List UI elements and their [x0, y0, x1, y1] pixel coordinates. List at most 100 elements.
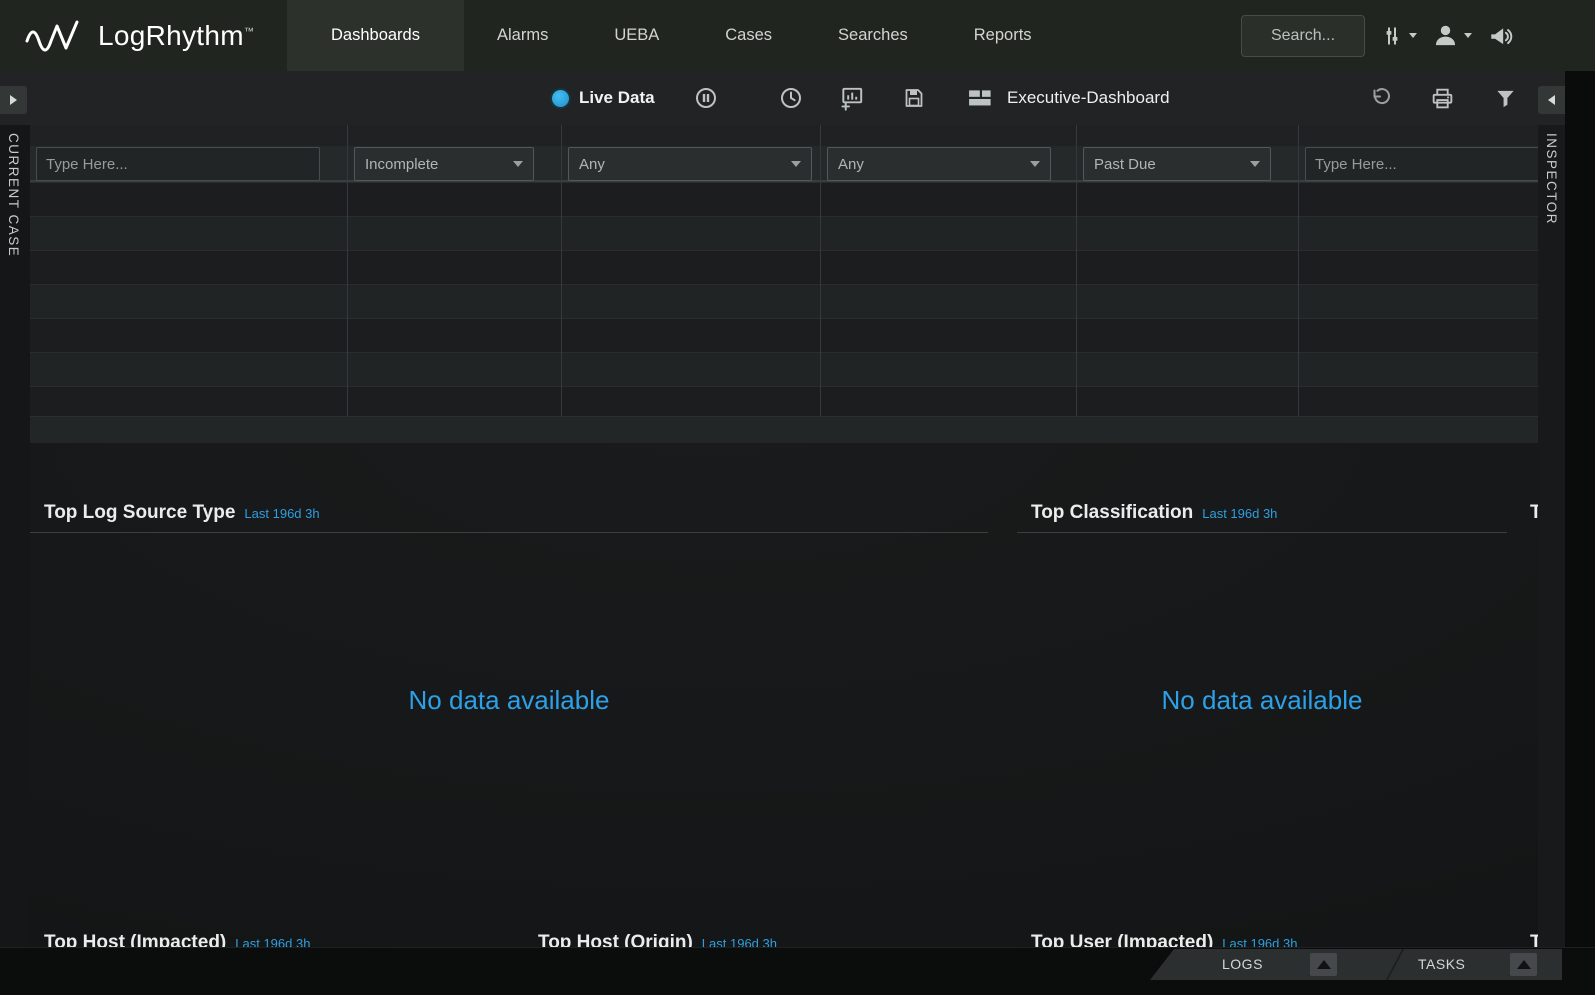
bottom-tabs: LOGS TASKS [1150, 949, 1562, 980]
case-tag-filter-input[interactable] [1305, 147, 1538, 181]
chevron-down-icon [513, 161, 523, 167]
table-row [30, 284, 1538, 318]
user-menu-button[interactable] [1432, 22, 1472, 49]
column-divider [820, 125, 821, 416]
tab-reports[interactable]: Reports [941, 0, 1065, 71]
inspector-label: INSPECTOR [1544, 133, 1559, 225]
status-filter-select[interactable]: Incomplete [354, 147, 534, 181]
pause-icon [694, 86, 718, 110]
owner-filter-select[interactable]: Any [568, 147, 812, 181]
table-row [30, 386, 1538, 420]
current-case-label: CURRENT CASE [6, 133, 21, 257]
notifications-button[interactable] [1487, 23, 1515, 49]
priority-filter-value: Any [838, 156, 864, 173]
widget-title: Top Classification [1031, 502, 1193, 524]
case-table: Incomplete Any Any Past Due [30, 125, 1538, 443]
tab-searches[interactable]: Searches [805, 0, 941, 71]
chevron-right-icon [10, 95, 17, 105]
tab-ueba[interactable]: UEBA [581, 0, 692, 71]
table-row [30, 182, 1538, 216]
chevron-down-icon [1030, 161, 1040, 167]
megaphone-icon [1487, 23, 1515, 49]
owner-filter-value: Any [579, 156, 605, 173]
inspector-expand-button[interactable] [1538, 86, 1565, 114]
column-divider [1298, 125, 1299, 416]
widget-time-range: Last 196d 3h [1202, 506, 1277, 521]
printer-icon [1430, 86, 1455, 111]
column-divider [1076, 125, 1077, 416]
add-chart-icon [839, 85, 865, 111]
right-gutter [1565, 71, 1595, 995]
widget-header: Top Classification Last 196d 3h [1017, 502, 1507, 524]
status-filter-value: Incomplete [365, 156, 438, 173]
add-widget-button[interactable] [839, 85, 865, 111]
funnel-icon [1494, 87, 1517, 110]
tab-divider [1386, 949, 1404, 980]
chevron-down-icon [1250, 161, 1260, 167]
user-icon [1432, 22, 1459, 49]
dashboard-layout-icon [968, 88, 996, 110]
logrhythm-logo-icon [24, 16, 86, 56]
search-button[interactable]: Search... [1241, 15, 1365, 57]
chevron-down-icon [1464, 33, 1472, 38]
due-date-filter-value: Past Due [1094, 156, 1156, 173]
tasks-expand-button[interactable] [1510, 953, 1537, 976]
brand-name: LogRhythm™ [98, 20, 254, 52]
chevron-up-icon [1317, 960, 1331, 969]
tab-alarms[interactable]: Alarms [464, 0, 581, 71]
save-icon [902, 86, 926, 110]
column-divider [561, 125, 562, 416]
widget-title: Top Log Source Type [44, 502, 235, 524]
chevron-down-icon [1409, 33, 1417, 38]
table-row [30, 216, 1538, 250]
widget-divider [30, 532, 988, 533]
widget-top-classification: Top Classification Last 196d 3h No data … [1017, 490, 1507, 920]
dashboard-toolbar: Live Data [0, 71, 1565, 125]
priority-filter-select[interactable]: Any [827, 147, 1051, 181]
nav-utilities: Search... [1241, 0, 1515, 71]
widget-header: Top Log Source Type Last 196d 3h [30, 502, 988, 524]
clock-icon [779, 86, 803, 110]
widget-divider [1017, 532, 1507, 533]
pause-button[interactable] [694, 86, 718, 110]
column-divider [347, 125, 348, 416]
app-screen: Incomplete Any Any Past Due Top Log Sour… [0, 0, 1595, 995]
preferences-menu-button[interactable] [1380, 23, 1417, 49]
tab-dashboards[interactable]: Dashboards [287, 0, 464, 71]
bottom-bar: LOGS TASKS [0, 947, 1595, 995]
undo-icon [1368, 86, 1392, 110]
no-data-message: No data available [30, 685, 988, 716]
dashboard-selector-button[interactable] [968, 88, 996, 110]
time-range-button[interactable] [779, 86, 803, 110]
table-row [30, 318, 1538, 352]
current-case-rail: CURRENT CASE [0, 125, 30, 947]
due-date-filter-select[interactable]: Past Due [1083, 147, 1271, 181]
live-data-indicator[interactable] [552, 90, 569, 107]
table-scrollbar[interactable] [30, 416, 1538, 443]
tab-cases[interactable]: Cases [692, 0, 805, 71]
no-data-message: No data available [1017, 685, 1507, 716]
chevron-left-icon [1548, 95, 1555, 105]
table-row [30, 250, 1538, 284]
chevron-up-icon [1517, 960, 1531, 969]
primary-navigation: Dashboards Alarms UEBA Cases Searches Re… [287, 0, 1065, 71]
table-header-strip [30, 125, 1538, 146]
tasks-tab[interactable]: TASKS [1418, 949, 1465, 980]
filter-button[interactable] [1494, 87, 1517, 110]
top-nav: LogRhythm™ Dashboards Alarms UEBA Cases … [0, 0, 1595, 71]
logs-expand-button[interactable] [1310, 953, 1337, 976]
chevron-down-icon [791, 161, 801, 167]
dashboard-name[interactable]: Executive-Dashboard [1007, 71, 1170, 125]
live-data-label[interactable]: Live Data [579, 71, 655, 125]
save-dashboard-button[interactable] [902, 86, 926, 110]
print-button[interactable] [1430, 86, 1455, 111]
current-case-expand-button[interactable] [0, 86, 27, 114]
case-name-filter-input[interactable] [36, 147, 320, 181]
undo-button[interactable] [1368, 86, 1392, 110]
trademark-symbol: ™ [244, 26, 254, 37]
sliders-icon [1380, 23, 1404, 49]
table-row [30, 352, 1538, 386]
inspector-rail: INSPECTOR [1538, 125, 1565, 947]
widget-time-range: Last 196d 3h [244, 506, 319, 521]
logs-tab[interactable]: LOGS [1222, 949, 1263, 980]
